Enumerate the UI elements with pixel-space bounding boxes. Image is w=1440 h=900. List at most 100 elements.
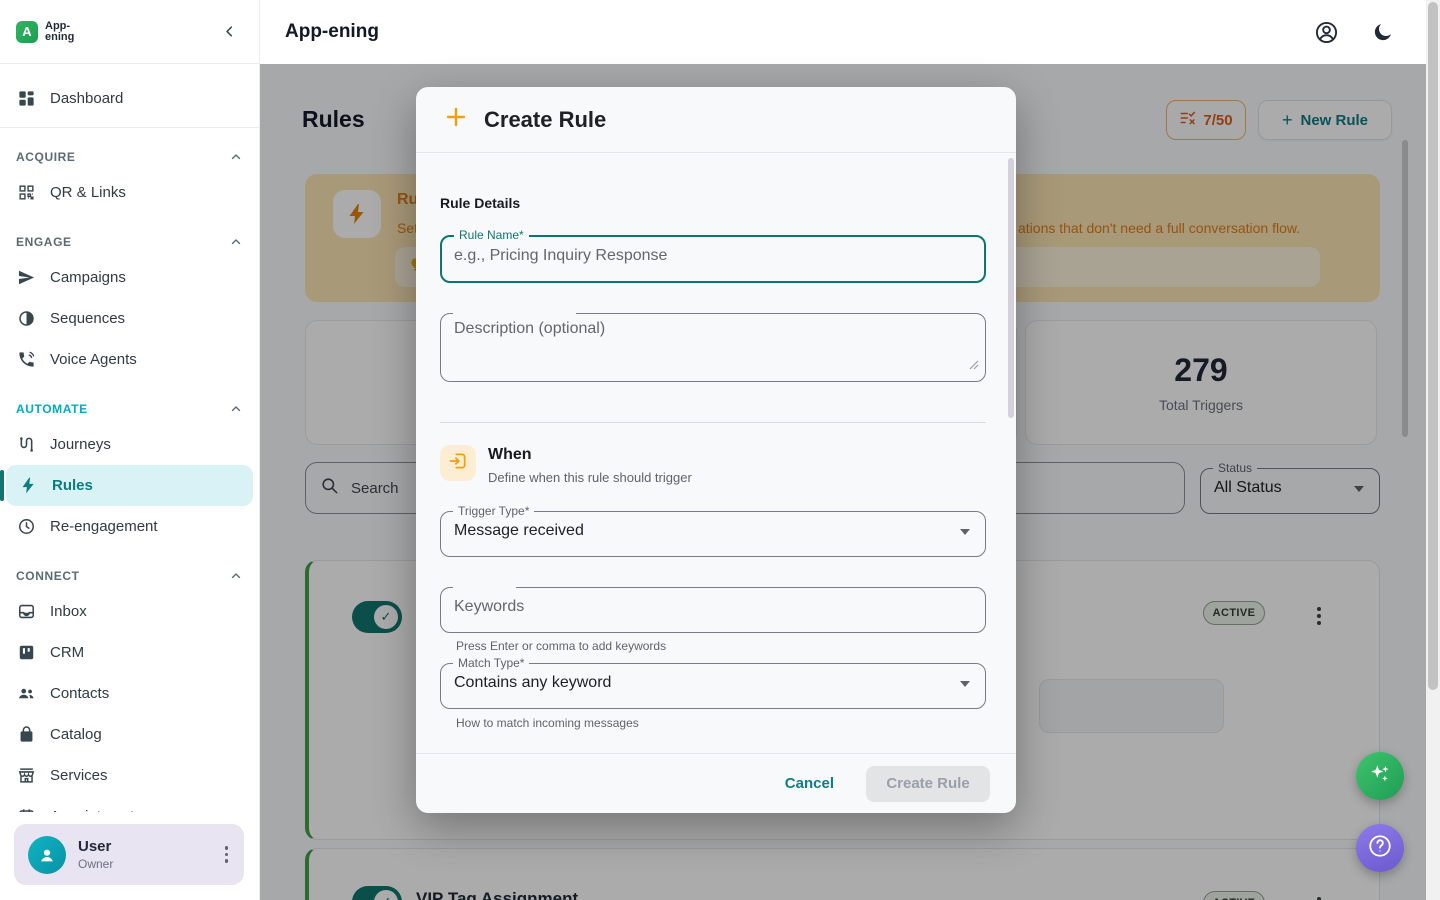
sidebar-item-campaigns[interactable]: Campaigns: [0, 257, 259, 298]
sidebar-item-label: Dashboard: [50, 90, 123, 107]
ai-assistant-fab[interactable]: [1356, 752, 1404, 800]
people-icon: [16, 684, 36, 704]
sidebar-collapse-button[interactable]: [215, 18, 243, 46]
sidebar-item-inbox[interactable]: Inbox: [0, 591, 259, 632]
trigger-type-label: Trigger Type*: [458, 504, 529, 518]
sidebar-item-qr-links[interactable]: QR & Links: [0, 172, 259, 213]
sidebar-item-dashboard[interactable]: Dashboard: [0, 78, 259, 119]
sidebar-item-label: Journeys: [50, 436, 111, 453]
sidebar-group-label: AUTOMATE: [16, 402, 88, 416]
match-type-select[interactable]: Match Type* Contains any keyword: [440, 657, 986, 709]
sidebar-item-re-engagement[interactable]: Re-engagement: [0, 506, 259, 547]
storefront-icon: [16, 766, 36, 786]
chevron-down-icon: [960, 681, 970, 687]
keywords-field[interactable]: Keywords: [440, 581, 986, 633]
send-icon: [16, 268, 36, 288]
description-input[interactable]: [454, 307, 972, 367]
sidebar-nav: Dashboard ACQUIRE QR & Links ENGAGE Camp…: [0, 64, 259, 837]
sidebar-item-label: Catalog: [50, 726, 102, 743]
sidebar-item-label: Voice Agents: [50, 351, 137, 368]
modal-scrollbar-thumb[interactable]: [1008, 158, 1014, 418]
match-type-value: Contains any keyword: [454, 674, 611, 692]
help-icon: [1367, 833, 1393, 864]
app-logo-text: App-ening: [45, 21, 74, 42]
description-field[interactable]: Description (optional): [440, 307, 986, 382]
kanban-icon: [16, 643, 36, 663]
app-window: Rules 7/50 + New Rule Rule Set u ations …: [0, 0, 1440, 900]
sidebar-item-rules[interactable]: Rules: [6, 465, 253, 506]
when-section-title: When: [488, 446, 532, 464]
top-app-bar: App-ening: [260, 0, 1440, 64]
sidebar-footer: User Owner: [0, 812, 258, 900]
sidebar-group-label: ENGAGE: [16, 235, 72, 249]
user-card[interactable]: User Owner: [14, 824, 244, 885]
modal-title: Create Rule: [484, 107, 606, 133]
sidebar-item-catalog[interactable]: Catalog: [0, 714, 259, 755]
sidebar-item-label: Inbox: [50, 603, 87, 620]
when-section-badge: [440, 445, 476, 481]
clock-icon: [16, 517, 36, 537]
trigger-type-value: Message received: [454, 522, 584, 540]
sidebar-group-engage[interactable]: ENGAGE: [0, 227, 259, 257]
sidebar-item-sequences[interactable]: Sequences: [0, 298, 259, 339]
qr-code-icon: [16, 183, 36, 203]
when-section-subtitle: Define when this rule should trigger: [488, 470, 692, 485]
create-rule-submit-button[interactable]: Create Rule: [866, 766, 990, 802]
inbox-icon: [16, 602, 36, 622]
app-title: App-ening: [285, 21, 379, 43]
section-divider: [440, 422, 986, 423]
chevron-down-icon: [960, 529, 970, 535]
lightning-icon: [18, 476, 38, 496]
sidebar-group-automate[interactable]: AUTOMATE: [0, 394, 259, 424]
sidebar-item-label: Re-engagement: [50, 518, 158, 535]
modal-footer: Cancel Create Rule: [416, 753, 1016, 813]
chevron-up-icon: [229, 235, 243, 249]
keywords-helper-text: Press Enter or comma to add keywords: [456, 639, 666, 653]
browser-scrollbar-track[interactable]: [1426, 0, 1440, 900]
user-name: User: [78, 838, 113, 855]
account-circle-icon[interactable]: [1312, 18, 1340, 46]
sidebar-item-label: Rules: [52, 477, 93, 494]
sidebar-item-services[interactable]: Services: [0, 755, 259, 796]
match-type-helper-text: How to match incoming messages: [456, 716, 639, 730]
sidebar-group-label: ACQUIRE: [16, 150, 76, 164]
user-menu-button[interactable]: [219, 840, 235, 869]
resize-handle-icon[interactable]: [969, 357, 979, 375]
rule-name-input[interactable]: [454, 247, 972, 265]
sidebar-item-voice-agents[interactable]: Voice Agents: [0, 339, 259, 380]
help-fab[interactable]: [1356, 824, 1404, 872]
sidebar-item-label: Services: [50, 767, 108, 784]
trigger-type-select[interactable]: Trigger Type* Message received: [440, 505, 986, 557]
sidebar-group-connect[interactable]: CONNECT: [0, 561, 259, 591]
route-icon: [16, 435, 36, 455]
app-logo: A: [16, 21, 38, 43]
rule-details-heading: Rule Details: [440, 195, 520, 211]
moon-icon[interactable]: [1368, 18, 1396, 46]
chevron-up-icon: [229, 569, 243, 583]
rule-name-label: Rule Name*: [459, 228, 524, 242]
sidebar-item-label: CRM: [50, 644, 84, 661]
phone-icon: [16, 350, 36, 370]
sidebar: A App-ening Dashboard ACQUIRE QR & Links: [0, 0, 260, 900]
sidebar-group-acquire[interactable]: ACQUIRE: [0, 142, 259, 172]
sidebar-item-crm[interactable]: CRM: [0, 632, 259, 673]
sidebar-header: A App-ening: [0, 0, 259, 64]
avatar: [28, 836, 66, 874]
browser-scrollbar-thumb[interactable]: [1428, 2, 1438, 690]
sidebar-group-label: CONNECT: [16, 569, 80, 583]
user-role: Owner: [78, 857, 113, 871]
match-type-label: Match Type*: [458, 656, 524, 670]
bag-icon: [16, 725, 36, 745]
modal-header: Create Rule: [416, 87, 1016, 153]
cancel-button[interactable]: Cancel: [775, 767, 844, 800]
sidebar-item-journeys[interactable]: Journeys: [0, 424, 259, 465]
half-circle-icon: [16, 309, 36, 329]
rule-name-field[interactable]: Rule Name*: [440, 229, 986, 283]
sidebar-item-contacts[interactable]: Contacts: [0, 673, 259, 714]
create-rule-modal: Create Rule Rule Details Rule Name* Desc…: [416, 87, 1016, 813]
keywords-input[interactable]: [454, 598, 972, 616]
plus-icon: [444, 105, 468, 134]
sidebar-item-label: Sequences: [50, 310, 125, 327]
sidebar-item-label: QR & Links: [50, 184, 126, 201]
sparkles-icon: [1367, 761, 1393, 792]
